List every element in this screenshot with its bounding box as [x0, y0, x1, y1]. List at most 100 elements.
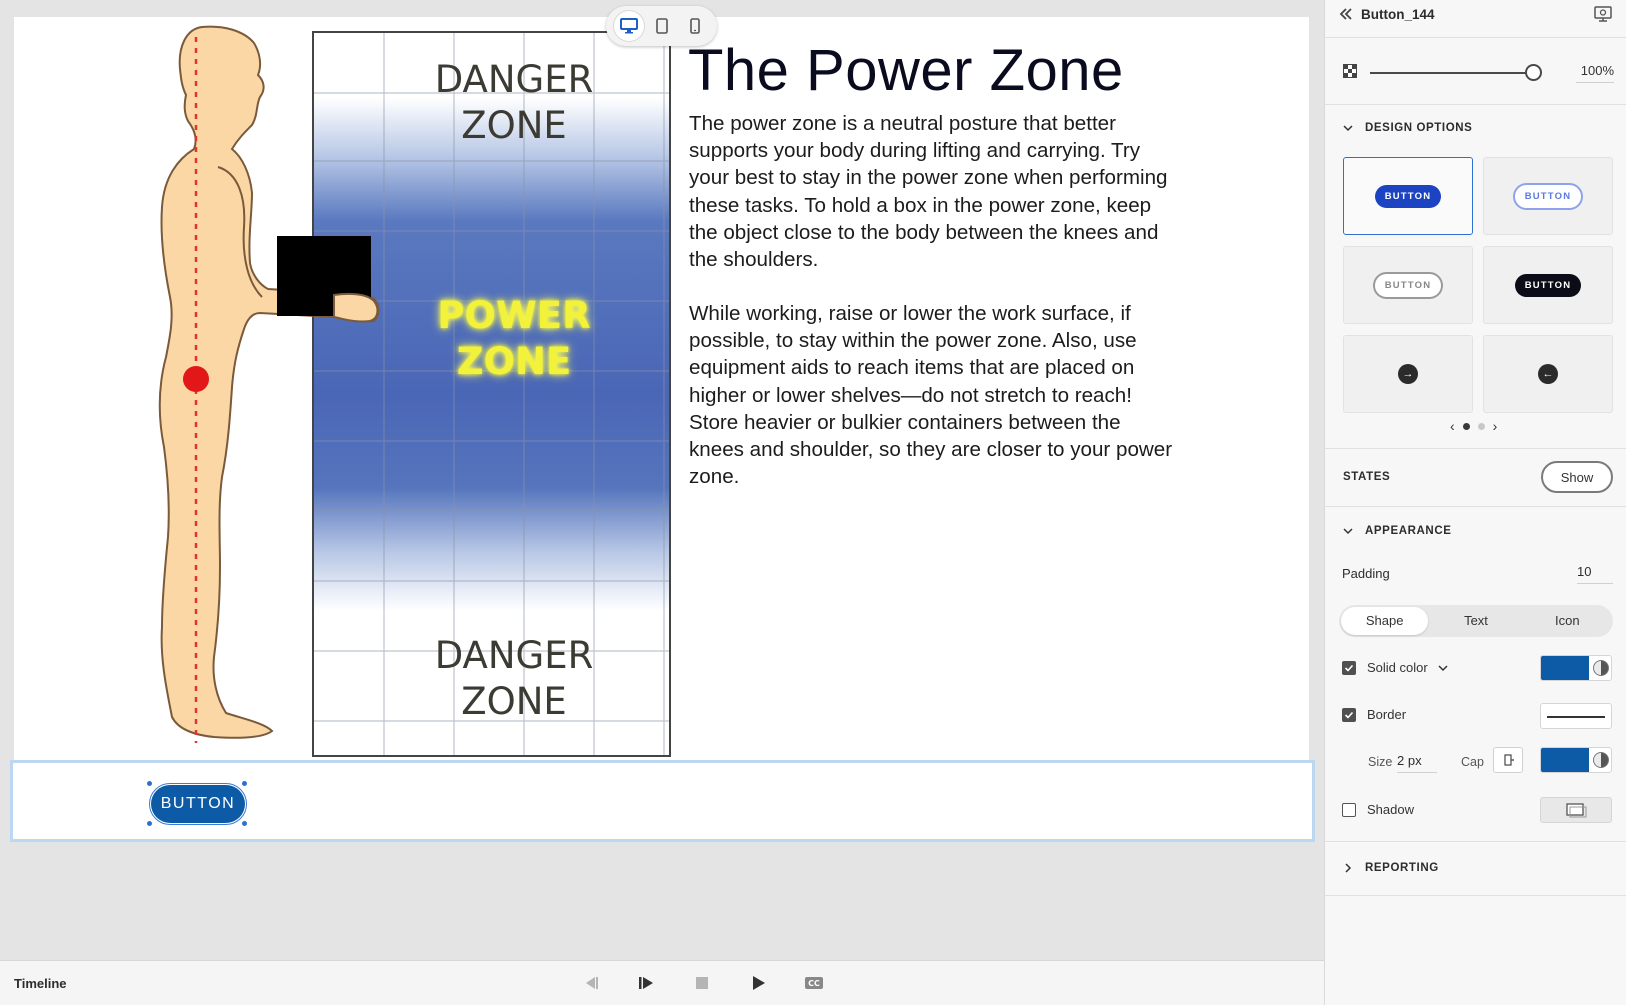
tablet-view-button[interactable] [647, 11, 677, 41]
border-checkbox[interactable] [1342, 707, 1356, 722]
arrow-right-circle-icon: → [1398, 364, 1418, 384]
border-size-input[interactable]: 2 px [1397, 753, 1437, 773]
opacity-value-input[interactable]: 100% [1576, 63, 1614, 83]
timeline-bar: Timeline CC [0, 960, 1324, 1005]
checkmark-icon [1344, 664, 1354, 672]
style-option-arrow-left[interactable]: ← [1483, 335, 1613, 413]
chevron-down-icon [1343, 528, 1353, 535]
chevron-down-icon[interactable] [1438, 663, 1448, 673]
pager-prev-chevron-icon[interactable]: ‹ [1450, 418, 1455, 434]
preview-button[interactable] [1593, 4, 1613, 29]
slide[interactable]: DANGER ZONE POWER ZONE DANGER ZONE The P… [14, 17, 1309, 841]
power-line1: POWER [437, 294, 591, 337]
reporting-toggle[interactable]: REPORTING [1343, 862, 1439, 874]
tab-icon[interactable]: Icon [1524, 607, 1611, 635]
opacity-slider-track[interactable] [1370, 72, 1530, 74]
appearance-tabs: Shape Text Icon [1339, 605, 1613, 637]
timeline-label[interactable]: Timeline [14, 976, 67, 991]
danger-bottom-line1: DANGER [434, 634, 594, 677]
border-opacity-icon [1593, 752, 1609, 768]
resize-handle-top-left[interactable] [147, 781, 152, 786]
shadow-row: Shadow [1342, 802, 1414, 817]
rewind-button[interactable] [575, 970, 605, 996]
fill-opacity-icon [1593, 660, 1609, 676]
slide-title[interactable]: The Power Zone [688, 37, 1124, 104]
design-options-toggle[interactable]: DESIGN OPTIONS [1343, 122, 1472, 134]
desktop-icon [619, 18, 638, 34]
canvas-area: DANGER ZONE POWER ZONE DANGER ZONE The P… [0, 0, 1324, 960]
padding-label: Padding [1342, 566, 1390, 581]
chevron-down-icon [1343, 125, 1353, 132]
device-switcher [606, 6, 717, 46]
chevron-right-icon [1345, 863, 1352, 873]
style-preview-label: BUTTON [1372, 271, 1444, 299]
border-color-swatch[interactable] [1540, 747, 1612, 773]
resize-handle-bottom-right[interactable] [242, 821, 247, 826]
play-icon [753, 976, 765, 990]
phone-view-button[interactable] [680, 11, 710, 41]
stop-button[interactable] [687, 970, 717, 996]
appearance-section: APPEARANCE Padding 10 Shape Text Icon So… [1325, 507, 1626, 842]
fill-color-preview [1541, 656, 1589, 680]
appearance-heading: APPEARANCE [1365, 525, 1452, 537]
solid-color-row: Solid color [1342, 660, 1448, 675]
style-option-filled-dark[interactable]: BUTTON [1483, 246, 1613, 324]
play-button[interactable] [743, 970, 773, 996]
power-zone-illustration[interactable]: DANGER ZONE POWER ZONE DANGER ZONE [134, 17, 671, 757]
style-preview-label: BUTTON [1514, 273, 1582, 297]
reporting-section: REPORTING [1325, 842, 1626, 896]
panel-header: Button_144 [1325, 0, 1626, 38]
desktop-view-button[interactable] [613, 11, 644, 41]
show-states-button[interactable]: Show [1541, 461, 1613, 493]
body-paragraph-1[interactable]: The power zone is a neutral posture that… [689, 110, 1179, 273]
design-options-heading: DESIGN OPTIONS [1365, 122, 1473, 134]
arrow-left-circle-icon: ← [1538, 364, 1558, 384]
pager-dot-2[interactable] [1477, 422, 1485, 430]
svg-text:CC: CC [808, 979, 820, 988]
solid-color-checkbox[interactable] [1342, 660, 1356, 675]
style-preview-label: BUTTON [1374, 184, 1442, 208]
shadow-checkbox[interactable] [1342, 802, 1356, 817]
play-from-button[interactable] [631, 970, 661, 996]
border-style-selector[interactable] [1540, 703, 1612, 729]
collapse-panel-button[interactable] [1338, 6, 1354, 27]
shadow-settings-button[interactable] [1540, 797, 1612, 823]
style-option-outline-grey[interactable]: BUTTON [1343, 246, 1473, 324]
resize-handle-top-right[interactable] [242, 781, 247, 786]
opacity-slider-handle[interactable] [1525, 64, 1542, 81]
padding-input[interactable]: 10 [1577, 564, 1613, 584]
style-option-filled-blue[interactable]: BUTTON [1343, 157, 1473, 235]
body-paragraph-2[interactable]: While working, raise or lower the work s… [689, 300, 1179, 490]
fill-color-swatch[interactable] [1540, 655, 1612, 681]
danger-bottom-line2: ZONE [461, 680, 567, 723]
border-row: Border [1342, 707, 1406, 722]
closed-captions-icon: CC [805, 977, 823, 989]
line-cap-icon [1504, 754, 1514, 766]
checkmark-icon [1344, 711, 1354, 719]
closed-captions-button[interactable]: CC [799, 970, 829, 996]
play-from-icon [639, 977, 653, 989]
style-option-arrow-right[interactable]: → [1343, 335, 1473, 413]
appearance-toggle[interactable]: APPEARANCE [1343, 525, 1452, 537]
design-options-pager: ‹ › [1450, 418, 1497, 434]
tab-text[interactable]: Text [1432, 607, 1519, 635]
button-container[interactable]: BUTTON [10, 760, 1315, 842]
power-zone-label: POWER ZONE [354, 293, 669, 385]
border-cap-button[interactable] [1493, 747, 1523, 773]
pager-dot-1[interactable] [1462, 422, 1470, 430]
tablet-icon [655, 18, 668, 34]
states-heading: STATES [1343, 471, 1391, 483]
resize-handle-bottom-left[interactable] [147, 821, 152, 826]
rewind-icon [586, 977, 598, 989]
tab-shape[interactable]: Shape [1341, 607, 1429, 635]
pager-next-chevron-icon[interactable]: › [1493, 418, 1498, 434]
solid-color-label: Solid color [1367, 660, 1428, 675]
double-chevron-left-icon [1339, 8, 1352, 20]
style-preview-label: BUTTON [1512, 182, 1584, 210]
shadow-label: Shadow [1367, 802, 1414, 817]
danger-top-line1: DANGER [434, 58, 594, 101]
states-section: STATES Show [1325, 449, 1626, 507]
human-figure-illustration [158, 25, 380, 743]
style-option-outline-blue[interactable]: BUTTON [1483, 157, 1613, 235]
slide-button[interactable]: BUTTON [149, 783, 247, 825]
